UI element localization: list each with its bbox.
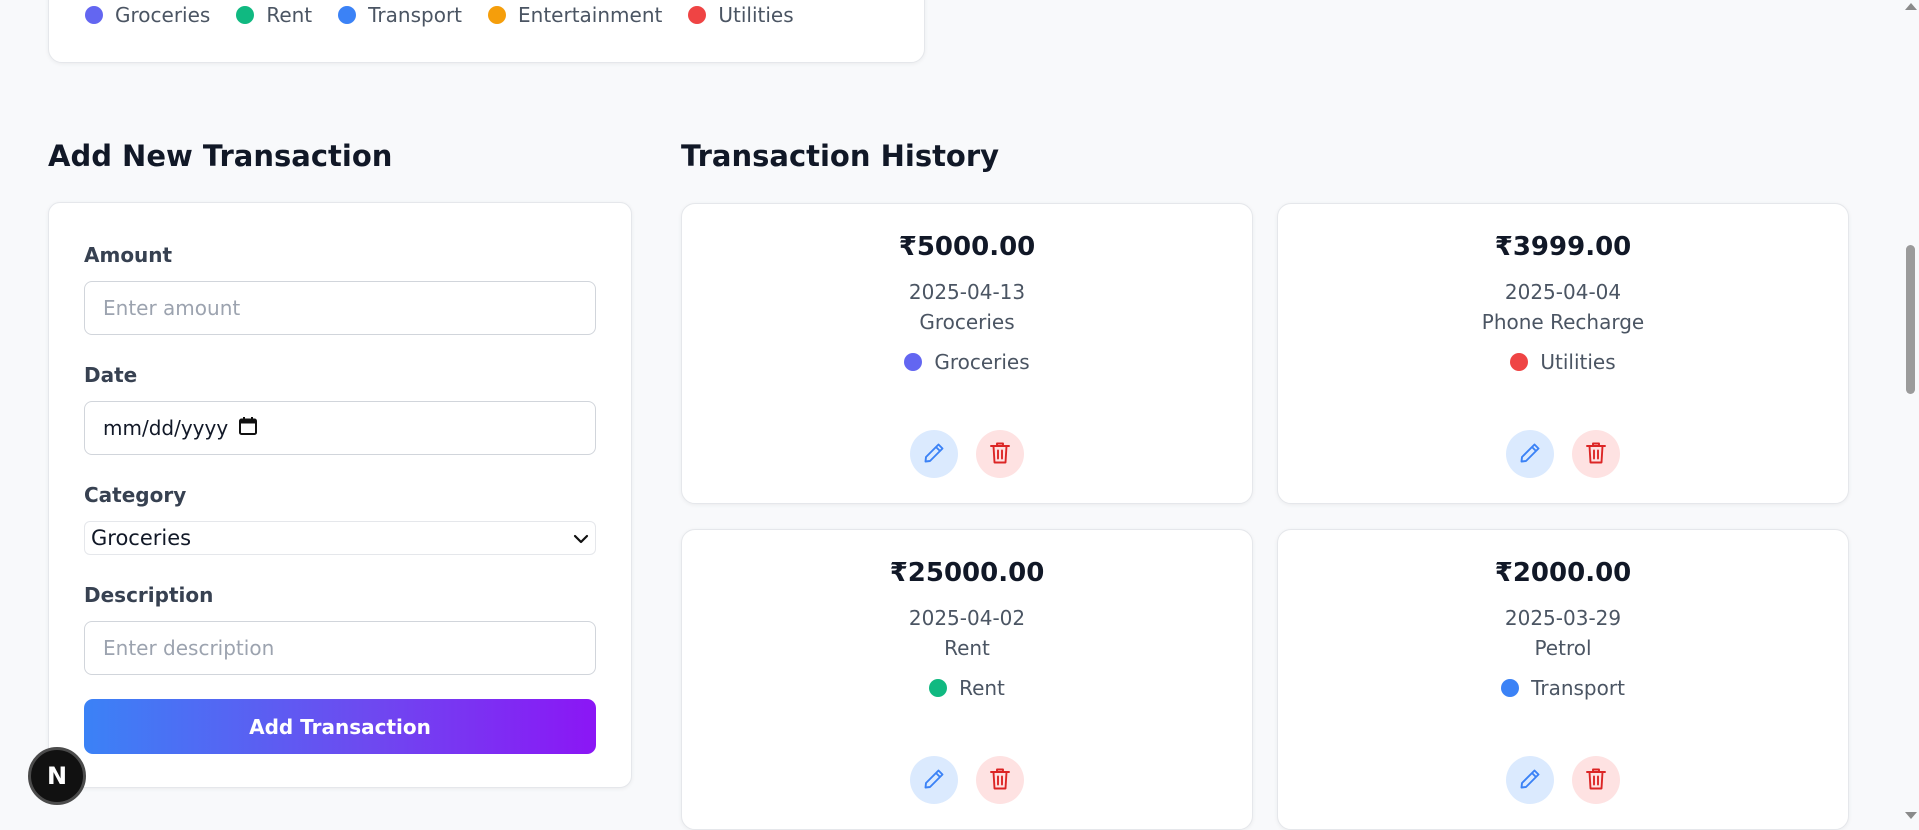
transaction-actions [682, 430, 1252, 478]
delete-button[interactable] [976, 756, 1024, 804]
transaction-description: Petrol [1534, 636, 1592, 660]
transaction-category: Utilities [1278, 350, 1848, 374]
edit-button[interactable] [1506, 756, 1554, 804]
transaction-actions [1278, 756, 1848, 804]
add-transaction-heading: Add New Transaction [48, 139, 393, 173]
description-label: Description [84, 583, 214, 607]
add-transaction-button[interactable]: Add Transaction [84, 699, 596, 754]
transport-color-dot [338, 6, 357, 24]
edit-button[interactable] [1506, 430, 1554, 478]
transaction-actions [1278, 430, 1848, 478]
category-label: Groceries [934, 350, 1030, 374]
transaction-date: 2025-04-13 [908, 280, 1026, 304]
transaction-category: Rent [682, 676, 1252, 700]
amount-label: Amount [84, 243, 173, 267]
legend-item-transport: Transport [338, 3, 462, 27]
delete-button[interactable] [976, 430, 1024, 478]
transaction-category: Transport [1278, 676, 1848, 700]
transaction-card: ₹25000.00 2025-04-02 Rent Rent [681, 529, 1253, 830]
scroll-down-arrow-icon[interactable] [1905, 812, 1917, 819]
legend-item-rent: Rent [236, 3, 312, 27]
category-legend-card: Groceries Rent Transport Entertainment U… [48, 0, 925, 63]
legend-item-groceries: Groceries [85, 3, 210, 27]
edit-button[interactable] [910, 756, 958, 804]
transaction-date: 2025-04-04 [1504, 280, 1622, 304]
date-placeholder: mm/dd/yyyy [103, 416, 229, 440]
page-scrollbar[interactable] [1902, 0, 1919, 822]
scroll-up-arrow-icon[interactable] [1905, 3, 1917, 10]
date-label: Date [84, 363, 138, 387]
transaction-actions [682, 756, 1252, 804]
pencil-icon [1518, 441, 1542, 468]
legend-label: Rent [266, 3, 313, 27]
pencil-icon [1518, 767, 1542, 794]
amount-placeholder: Enter amount [103, 296, 241, 320]
groceries-color-dot [85, 6, 103, 24]
pencil-icon [922, 767, 946, 794]
calendar-icon[interactable] [238, 416, 258, 441]
transaction-amount: ₹25000.00 [889, 558, 1045, 588]
dev-tools-badge[interactable]: N [28, 747, 86, 805]
transaction-date: 2025-03-29 [1504, 606, 1622, 630]
category-label: Transport [1531, 676, 1625, 700]
add-transaction-form: Amount Enter amount Date mm/dd/yyyy Cate… [48, 202, 632, 788]
description-input[interactable]: Enter description [84, 621, 596, 675]
legend-label: Entertainment [518, 3, 663, 27]
scrollbar-thumb[interactable] [1906, 245, 1915, 394]
trash-icon [1585, 767, 1607, 794]
transaction-amount: ₹5000.00 [898, 232, 1036, 262]
category-select[interactable]: Groceries [84, 521, 596, 555]
legend-item-entertainment: Entertainment [488, 3, 662, 27]
category-color-dot [904, 353, 923, 371]
category-label: Category [84, 483, 187, 507]
category-color-dot [1501, 679, 1520, 697]
transaction-amount: ₹3999.00 [1494, 232, 1632, 262]
legend-label: Transport [368, 3, 463, 27]
utilities-color-dot [688, 6, 707, 24]
legend-item-utilities: Utilities [688, 3, 794, 27]
transaction-card: ₹2000.00 2025-03-29 Petrol Transport [1277, 529, 1849, 830]
transaction-card: ₹5000.00 2025-04-13 Groceries Groceries [681, 203, 1253, 504]
transaction-category: Groceries [682, 350, 1252, 374]
legend-label: Utilities [718, 3, 794, 27]
edit-button[interactable] [910, 430, 958, 478]
category-label: Rent [959, 676, 1005, 700]
delete-button[interactable] [1572, 756, 1620, 804]
rent-color-dot [236, 6, 255, 24]
date-input[interactable]: mm/dd/yyyy [84, 401, 596, 455]
category-selected-value: Groceries [91, 526, 192, 550]
delete-button[interactable] [1572, 430, 1620, 478]
trash-icon [989, 441, 1011, 468]
category-legend: Groceries Rent Transport Entertainment U… [85, 1, 794, 29]
entertainment-color-dot [488, 6, 507, 24]
amount-input[interactable]: Enter amount [84, 281, 596, 335]
transaction-amount: ₹2000.00 [1494, 558, 1632, 588]
category-label: Utilities [1540, 350, 1616, 374]
category-color-dot [1510, 353, 1529, 371]
transaction-card: ₹3999.00 2025-04-04 Phone Recharge Utili… [1277, 203, 1849, 504]
category-color-dot [929, 679, 948, 697]
legend-label: Groceries [115, 3, 211, 27]
transaction-date: 2025-04-02 [908, 606, 1026, 630]
transaction-history-heading: Transaction History [681, 139, 1000, 173]
trash-icon [1585, 441, 1607, 468]
trash-icon [989, 767, 1011, 794]
description-placeholder: Enter description [103, 636, 275, 660]
pencil-icon [922, 441, 946, 468]
transaction-description: Phone Recharge [1481, 310, 1645, 334]
transaction-description: Rent [944, 636, 990, 660]
transaction-description: Groceries [919, 310, 1015, 334]
chevron-down-icon [573, 526, 589, 550]
